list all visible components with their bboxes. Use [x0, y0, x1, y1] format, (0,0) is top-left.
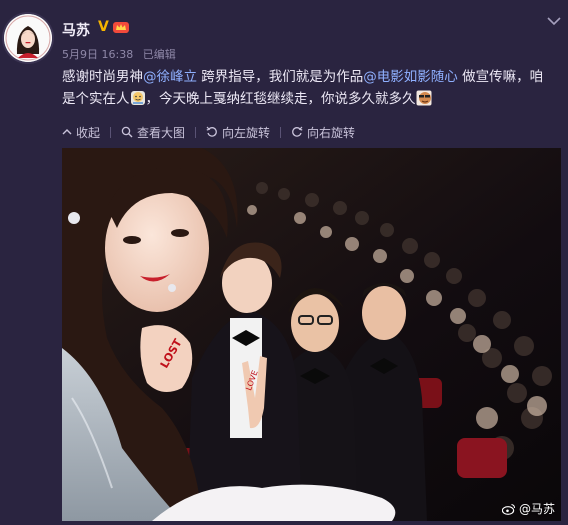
- image-toolbar: 收起 查看大图 向左旋转 向右旋转: [62, 123, 355, 141]
- rotate-left-button[interactable]: 向左旋转: [206, 124, 270, 141]
- text-segment: 是个实在人: [62, 91, 130, 107]
- rotate-left-label: 向左旋转: [222, 125, 271, 140]
- mention-link[interactable]: @电影如影随心: [363, 69, 458, 85]
- red-carpet-photo: LOVE LOST: [62, 148, 561, 521]
- collapse-label: 收起: [76, 125, 101, 140]
- text-segment: ，今天晚上戛纳红毯继续走，你说多久就多久: [145, 91, 416, 107]
- divider: [110, 126, 112, 138]
- avatar[interactable]: [4, 14, 52, 62]
- chevron-down-icon[interactable]: [547, 16, 561, 26]
- text-segment: 跨界指导，我们就是为作品: [197, 69, 364, 85]
- post-meta: 5月9日 16:38 已编辑: [62, 46, 182, 62]
- mention-link[interactable]: @徐峰立: [143, 69, 197, 85]
- edited-label: 已编辑: [142, 48, 176, 61]
- weibo-post: 马苏 V 5月9日 16:38 已编辑 感谢时尚男神@徐峰立 跨界指导，我们就是…: [0, 0, 568, 525]
- verified-badge: V: [98, 19, 109, 35]
- view-large-button[interactable]: 查看大图: [121, 124, 185, 141]
- author-name[interactable]: 马苏: [62, 20, 90, 40]
- rotate-right-icon: [292, 126, 303, 137]
- crown-badge-icon: [113, 22, 129, 33]
- view-large-label: 查看大图: [137, 125, 186, 140]
- divider: [280, 126, 282, 138]
- post-date[interactable]: 5月9日 16:38: [62, 48, 133, 61]
- post-photo[interactable]: LOVE LOST @马苏: [62, 148, 561, 521]
- rotate-left-icon: [206, 126, 217, 137]
- emoji-icon: [416, 90, 431, 106]
- magnifier-icon: [121, 126, 133, 138]
- post-text: 感谢时尚男神@徐峰立 跨界指导，我们就是为作品@电影如影随心 做宣传嘛，咱 是个…: [62, 66, 557, 110]
- divider: [195, 126, 197, 138]
- text-segment: 感谢时尚男神: [62, 69, 143, 85]
- photo-watermark: @马苏: [501, 500, 555, 517]
- collapse-button[interactable]: 收起: [62, 124, 100, 141]
- weibo-logo-icon: [501, 503, 515, 515]
- rotate-right-button[interactable]: 向右旋转: [291, 124, 355, 141]
- text-segment: 做宣传嘛，咱: [457, 69, 544, 85]
- rotate-right-label: 向右旋转: [307, 125, 356, 140]
- watermark-text: @马苏: [518, 502, 555, 516]
- collapse-icon: [62, 129, 72, 135]
- emoji-icon: [130, 91, 145, 105]
